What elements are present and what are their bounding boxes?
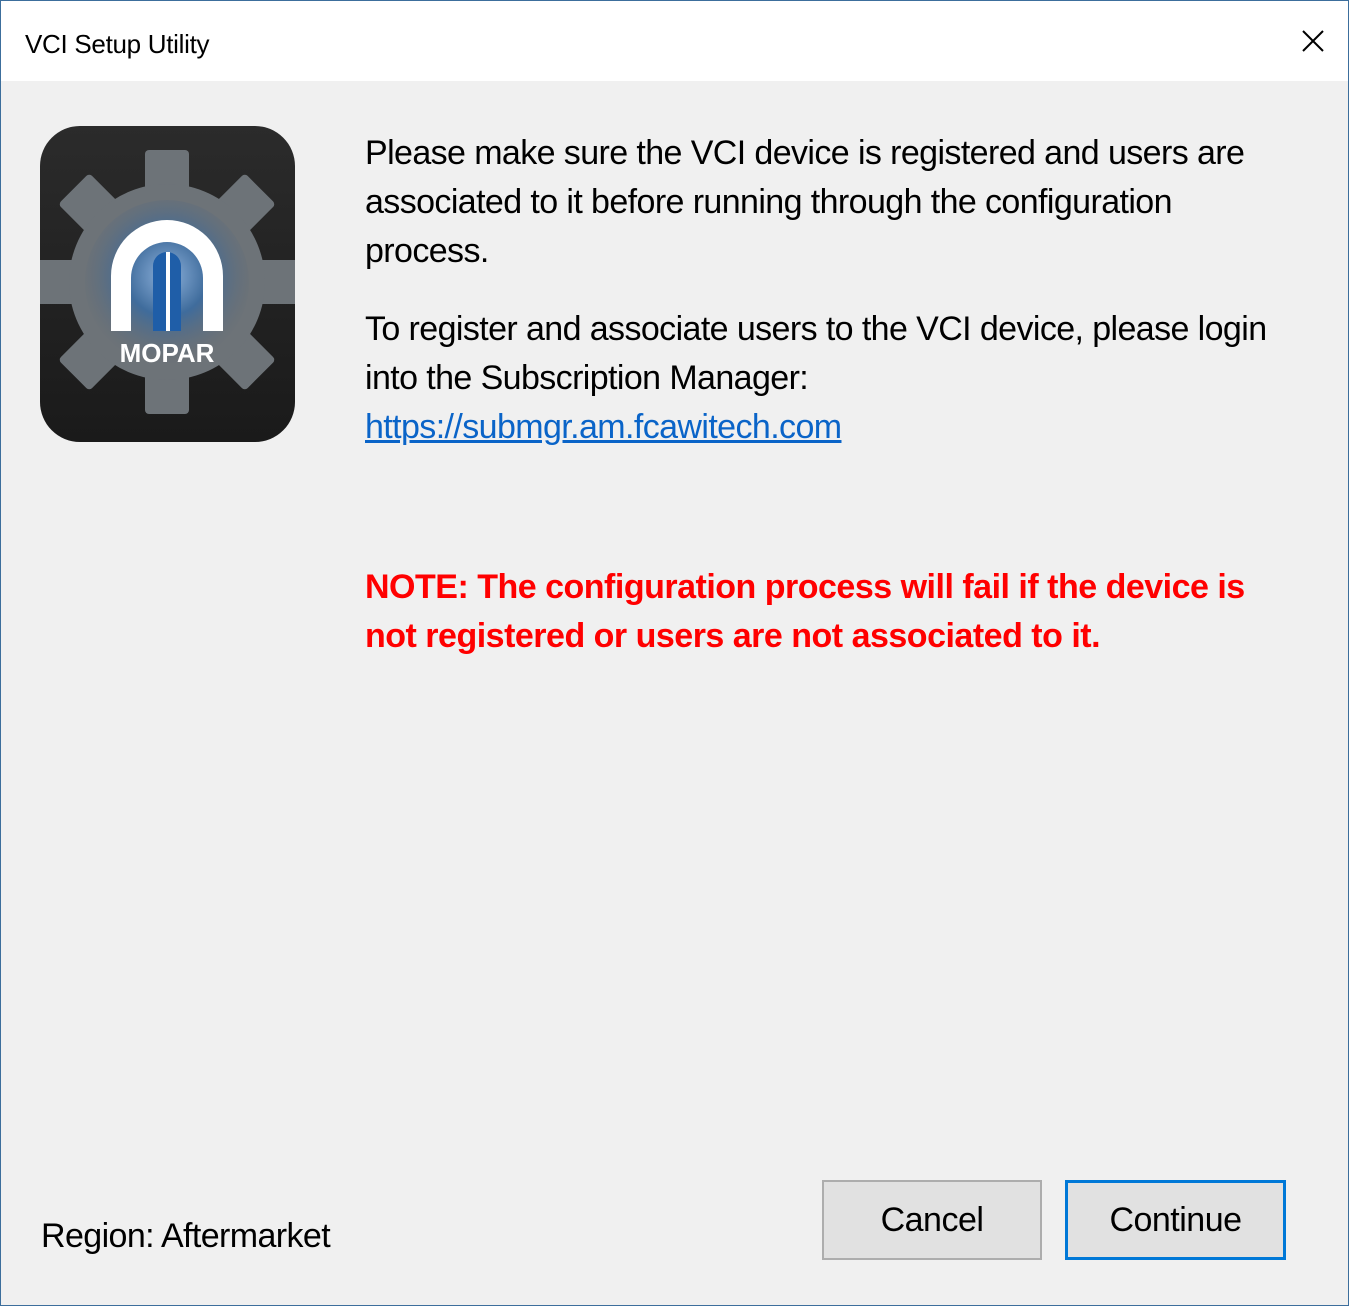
close-button[interactable] [1278, 1, 1348, 81]
register-paragraph: To register and associate users to the V… [365, 310, 1267, 397]
mopar-logo: MOPAR [35, 126, 299, 442]
instruction-paragraph: Please make sure the VCI device is regis… [365, 134, 1245, 270]
region-label: Region: Aftermarket [41, 1217, 331, 1255]
subscription-manager-link[interactable]: https://submgr.am.fcawitech.com [365, 403, 842, 452]
warning-note: NOTE: The configuration process will fai… [365, 568, 1245, 655]
title-bar: VCI Setup Utility [1, 1, 1348, 81]
logo-text: MOPAR [120, 338, 215, 368]
window-title: VCI Setup Utility [25, 29, 210, 59]
cancel-button[interactable]: Cancel [822, 1180, 1042, 1260]
dialog-window: VCI Setup Utility MOPAR Please make sure… [0, 0, 1349, 1306]
message-body: Please make sure the VCI device is regis… [365, 129, 1295, 452]
close-icon [1302, 30, 1324, 52]
continue-button[interactable]: Continue [1065, 1180, 1286, 1260]
